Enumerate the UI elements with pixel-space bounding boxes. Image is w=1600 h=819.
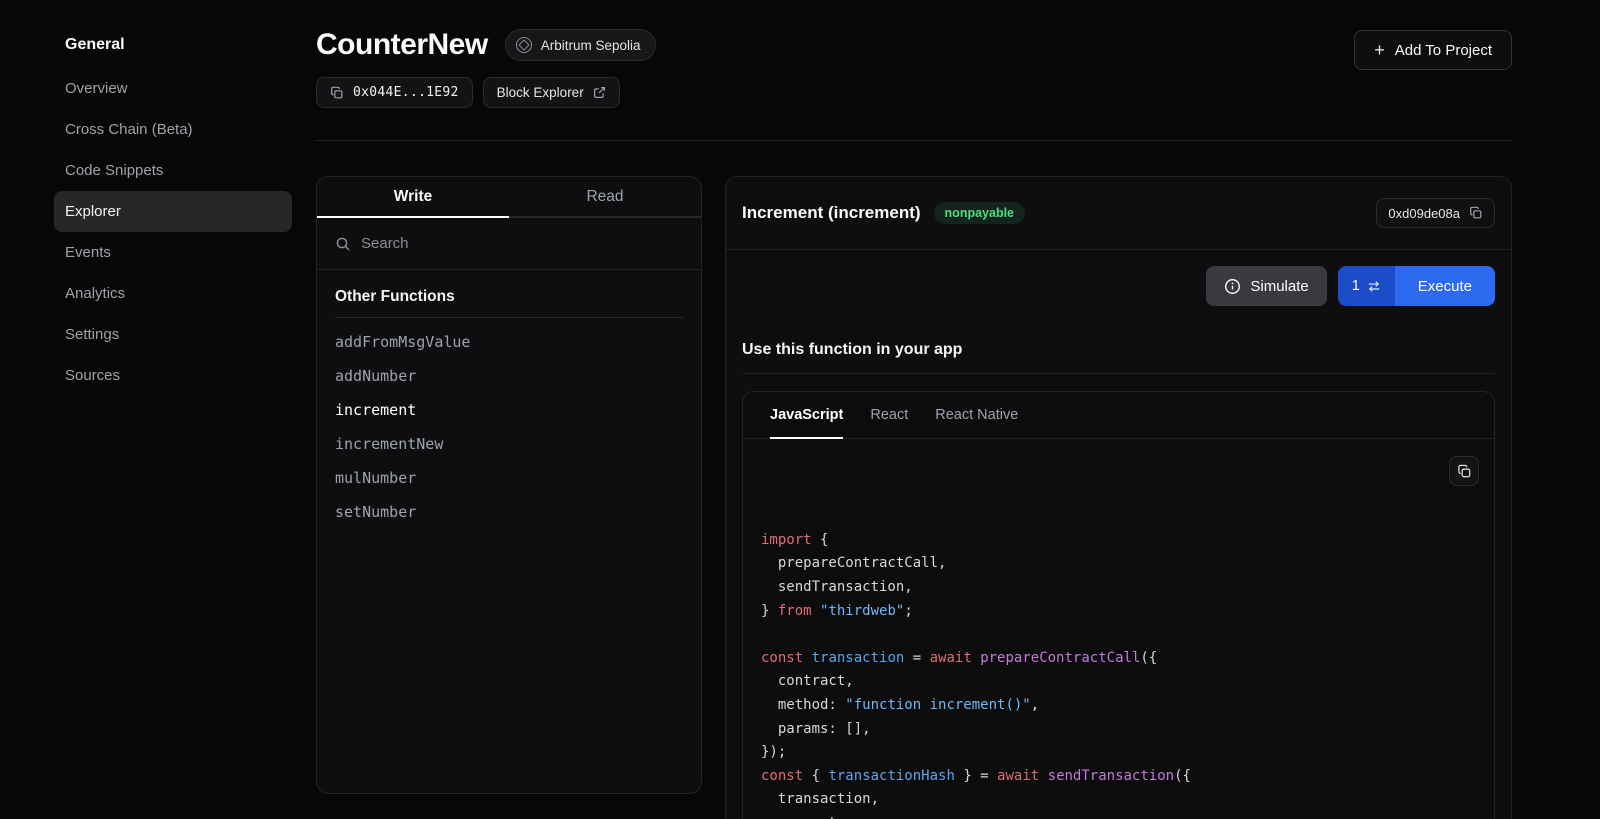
sidebar-item-explorer[interactable]: Explorer: [54, 191, 292, 232]
execute-split-button: 1 Execute: [1338, 266, 1495, 306]
code-line: });: [761, 741, 1476, 765]
execute-label: Execute: [1418, 278, 1472, 295]
block-explorer-button[interactable]: Block Explorer: [483, 77, 620, 108]
functions-panel: WriteRead Other Functions addFromMsgValu…: [316, 176, 702, 794]
sidebar-section-label: General: [65, 36, 316, 54]
copy-icon: [1457, 464, 1472, 479]
page-header: CounterNew Arbitrum Sepolia: [316, 28, 1512, 62]
copy-icon: [330, 86, 344, 100]
code-line: prepareContractCall,: [761, 552, 1476, 576]
swap-arrows-icon: [1367, 280, 1381, 293]
tab-javascript[interactable]: JavaScript: [770, 392, 843, 438]
header-divider: [316, 140, 1512, 141]
function-selector-label: 0xd09de08a: [1388, 206, 1460, 221]
tab-react-native[interactable]: React Native: [935, 392, 1018, 438]
execute-count-button[interactable]: 1: [1338, 266, 1395, 306]
mutability-badge: nonpayable: [934, 202, 1025, 224]
sidebar-item-overview[interactable]: Overview: [54, 68, 292, 109]
code-line: [761, 623, 1476, 647]
plus-icon: +: [1374, 41, 1385, 59]
network-icon: [516, 37, 532, 53]
code-line: contract,: [761, 670, 1476, 694]
code-block: import { prepareContractCall, sendTransa…: [743, 439, 1494, 819]
execute-button[interactable]: Execute: [1395, 266, 1495, 306]
page-title: CounterNew: [316, 28, 488, 62]
function-item-setnumber[interactable]: setNumber: [335, 495, 683, 529]
info-icon: [1224, 278, 1241, 295]
add-to-project-label: Add To Project: [1395, 42, 1492, 59]
code-line: const transaction = await prepareContrac…: [761, 647, 1476, 671]
usage-heading: Use this function in your app: [742, 341, 1495, 359]
sidebar: General OverviewCross Chain (Beta)Code S…: [0, 0, 316, 819]
simulate-button[interactable]: Simulate: [1206, 266, 1326, 306]
function-detail-header: Increment (increment) nonpayable 0xd09de…: [726, 177, 1511, 250]
search-icon: [335, 236, 351, 252]
main-content: + Add To Project CounterNew Arbitrum Sep…: [316, 0, 1512, 819]
contract-meta-row: 0x044E...1E92 Block Explorer: [316, 77, 1512, 108]
search-input[interactable]: [361, 235, 683, 252]
functions-list: addFromMsgValueaddNumberincrementincreme…: [335, 325, 683, 529]
network-badge: Arbitrum Sepolia: [505, 29, 657, 61]
function-item-addnumber[interactable]: addNumber: [335, 359, 683, 393]
code-line: import {: [761, 529, 1476, 553]
add-to-project-button[interactable]: + Add To Project: [1354, 30, 1512, 70]
function-detail-panel: Increment (increment) nonpayable 0xd09de…: [725, 176, 1512, 819]
sidebar-item-analytics[interactable]: Analytics: [54, 273, 292, 314]
tab-react[interactable]: React: [870, 392, 908, 438]
copy-icon: [1469, 206, 1483, 220]
sidebar-nav: OverviewCross Chain (Beta)Code SnippetsE…: [0, 68, 316, 396]
code-line: account,: [761, 812, 1476, 819]
copy-code-button[interactable]: [1449, 456, 1479, 486]
function-item-increment[interactable]: increment: [335, 393, 683, 427]
functions-content: Other Functions addFromMsgValueaddNumber…: [317, 270, 701, 547]
sidebar-item-settings[interactable]: Settings: [54, 314, 292, 355]
function-item-incrementnew[interactable]: incrementNew: [335, 427, 683, 461]
code-panel: JavaScript React React Native import { pre…: [742, 391, 1495, 819]
contract-address-button[interactable]: 0x044E...1E92: [316, 77, 473, 108]
code-line: transaction,: [761, 788, 1476, 812]
function-title: Increment (increment): [742, 203, 921, 223]
external-link-icon: [593, 86, 606, 99]
action-row: Simulate 1 Execute: [726, 250, 1511, 306]
contract-address-label: 0x044E...1E92: [353, 85, 459, 100]
function-item-mulnumber[interactable]: mulNumber: [335, 461, 683, 495]
network-badge-label: Arbitrum Sepolia: [541, 38, 641, 53]
code-line: } from "thirdweb";: [761, 600, 1476, 624]
block-explorer-label: Block Explorer: [497, 85, 584, 100]
function-search: [317, 218, 701, 270]
execute-count: 1: [1352, 278, 1360, 294]
sidebar-item-sources[interactable]: Sources: [54, 355, 292, 396]
functions-group-label: Other Functions: [335, 288, 683, 318]
tab-write[interactable]: Write: [317, 177, 509, 216]
tab-read[interactable]: Read: [509, 177, 701, 216]
sidebar-item-events[interactable]: Events: [54, 232, 292, 273]
usage-divider: [742, 373, 1495, 374]
sidebar-item-cross-chain-beta[interactable]: Cross Chain (Beta): [54, 109, 292, 150]
function-selector-button[interactable]: 0xd09de08a: [1376, 198, 1495, 228]
functions-tabs: WriteRead: [317, 177, 701, 218]
code-line: method: "function increment()",: [761, 694, 1476, 718]
code-line: const { transactionHash } = await sendTr…: [761, 765, 1476, 789]
code-line: params: [],: [761, 718, 1476, 742]
code-line: sendTransaction,: [761, 576, 1476, 600]
code-tabs: JavaScript React React Native: [743, 392, 1494, 439]
function-item-addfrommsgvalue[interactable]: addFromMsgValue: [335, 325, 683, 359]
sidebar-item-code-snippets[interactable]: Code Snippets: [54, 150, 292, 191]
code-lines: import { prepareContractCall, sendTransa…: [761, 529, 1476, 819]
simulate-label: Simulate: [1250, 278, 1308, 295]
